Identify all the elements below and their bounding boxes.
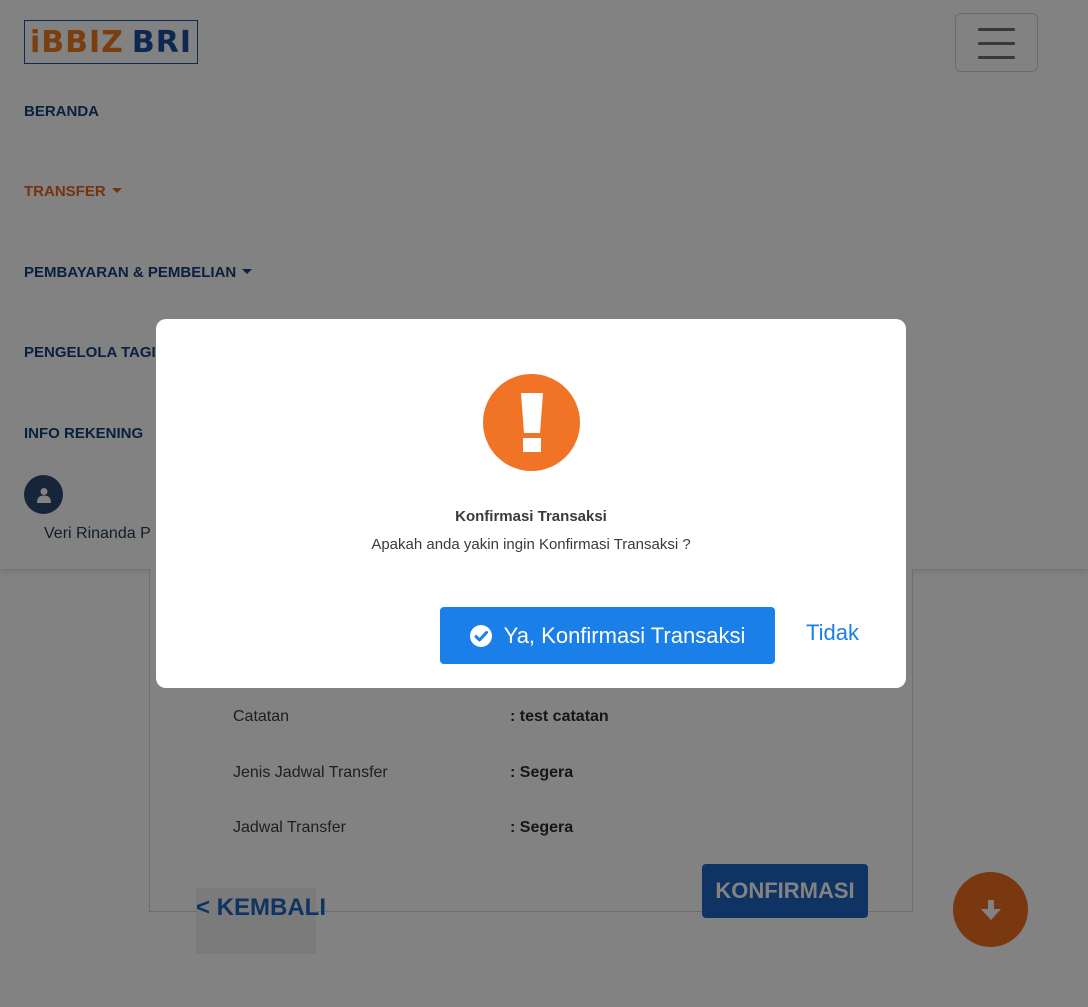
confirmation-dialog: Konfirmasi Transaksi Apakah anda yakin i… [156,319,906,688]
cancel-button[interactable]: Tidak [806,620,859,646]
dialog-title: Konfirmasi Transaksi [455,508,607,525]
dialog-message: Apakah anda yakin ingin Konfirmasi Trans… [371,536,691,553]
exclamation-icon [520,392,543,452]
warning-badge [483,374,580,471]
confirm-transaction-button[interactable]: Ya, Konfirmasi Transaksi [440,607,775,664]
check-circle-icon [469,624,492,647]
confirm-button-label: Ya, Konfirmasi Transaksi [503,622,746,648]
